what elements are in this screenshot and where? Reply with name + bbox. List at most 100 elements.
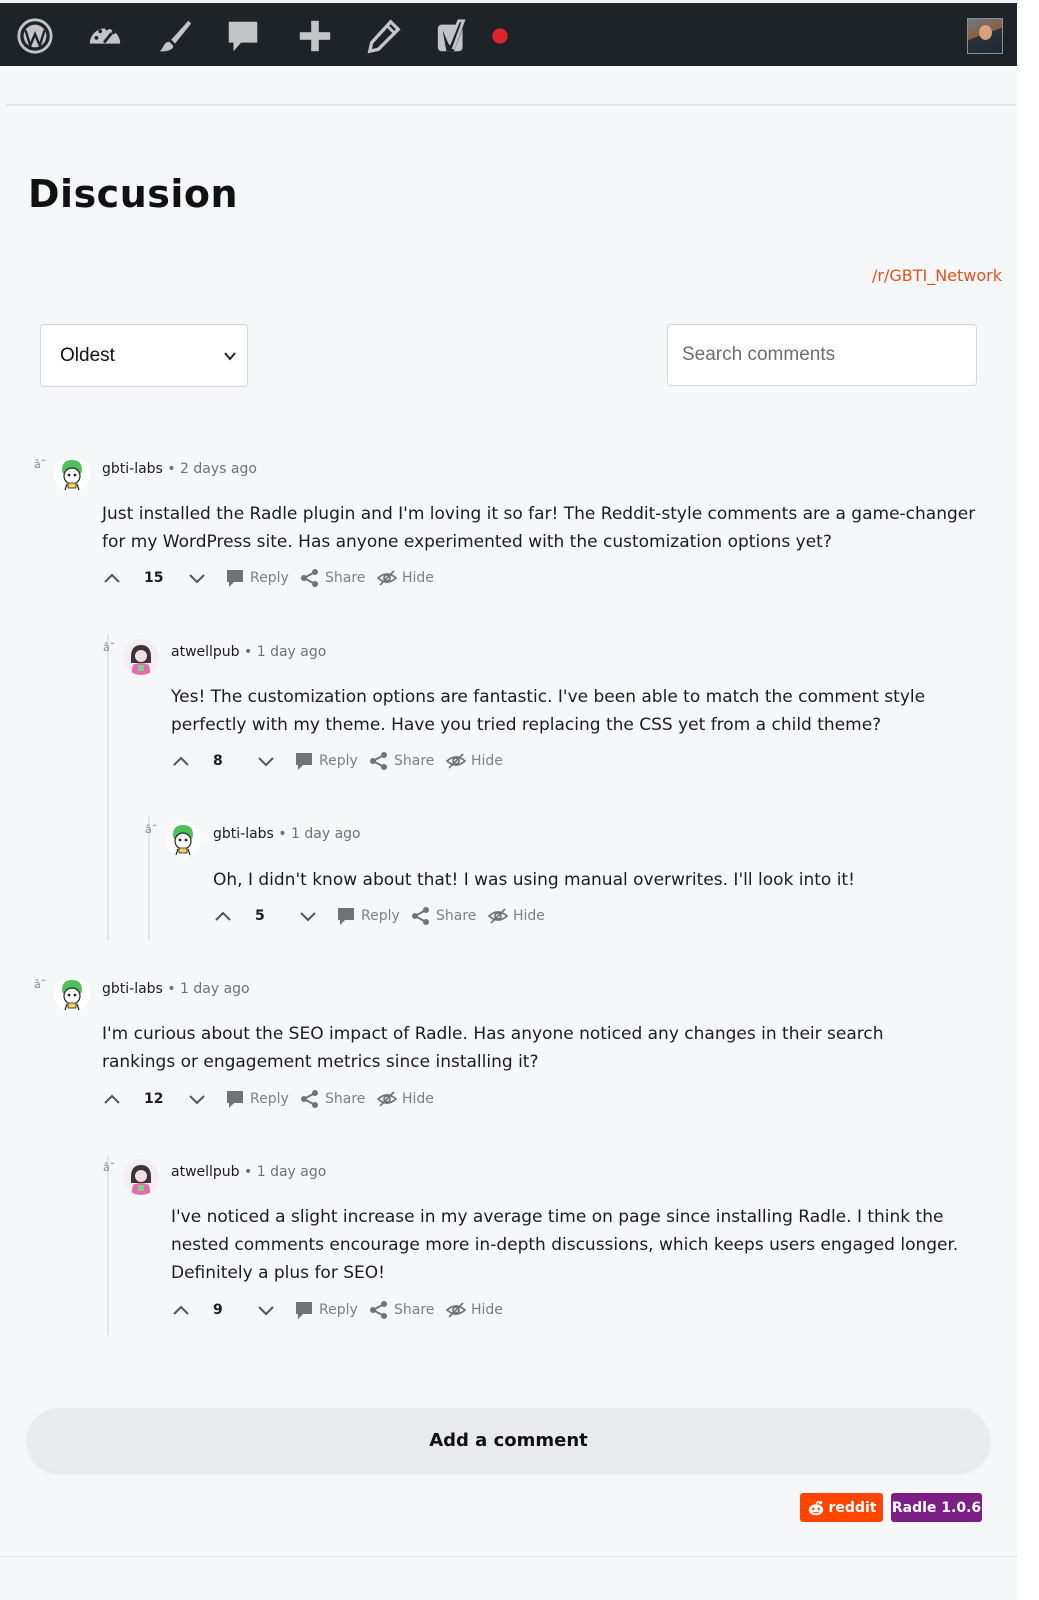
hide-label: Hide bbox=[402, 1091, 434, 1107]
radle-version-badge[interactable]: Radle 1.0.6 bbox=[891, 1493, 982, 1522]
dashboard-icon[interactable] bbox=[85, 16, 125, 56]
subreddit-link[interactable]: /r/GBTI_Network bbox=[872, 266, 1002, 285]
collapse-toggle-icon[interactable]: â˜ bbox=[103, 641, 115, 654]
comment-actions: 8 Reply Share Hide bbox=[171, 749, 531, 773]
downvote-icon bbox=[258, 757, 274, 767]
share-icon bbox=[370, 1301, 387, 1319]
footer-divider bbox=[0, 1556, 1017, 1557]
comment-timestamp: • 2 days ago bbox=[167, 461, 257, 477]
share-icon bbox=[370, 752, 387, 770]
reddit-badge-label: reddit bbox=[828, 1499, 877, 1516]
comment-header: gbti-labs • 1 day ago bbox=[102, 981, 250, 997]
hide-icon bbox=[488, 908, 508, 924]
hide-button[interactable]: Hide bbox=[446, 749, 503, 773]
downvote-button[interactable] bbox=[298, 904, 318, 928]
reply-label: Reply bbox=[250, 570, 289, 586]
user-avatar[interactable] bbox=[967, 18, 1003, 54]
collapse-toggle-icon[interactable]: â˜ bbox=[34, 458, 46, 471]
comment-author[interactable]: atwellpub bbox=[171, 644, 240, 660]
comment-body: Yes! The customization options are fanta… bbox=[171, 687, 926, 735]
vote-count: 8 bbox=[213, 753, 223, 769]
new-content-icon[interactable] bbox=[295, 16, 335, 56]
commenter-avatar[interactable] bbox=[123, 1159, 159, 1195]
reply-icon bbox=[227, 570, 243, 587]
reply-button[interactable]: Reply bbox=[336, 904, 400, 928]
share-label: Share bbox=[436, 908, 477, 924]
reply-button[interactable]: Reply bbox=[225, 1087, 289, 1111]
upvote-icon bbox=[104, 573, 120, 583]
downvote-button[interactable] bbox=[256, 1298, 276, 1322]
upvote-icon bbox=[173, 1305, 189, 1315]
reddit-icon bbox=[808, 1500, 823, 1515]
page-gutter bbox=[1017, 0, 1039, 1600]
comment-timestamp: • 1 day ago bbox=[278, 826, 361, 842]
comment-body: I've noticed a slight increase in my ave… bbox=[171, 1207, 959, 1283]
comment-author[interactable]: atwellpub bbox=[171, 1164, 240, 1180]
comment-author[interactable]: gbti-labs bbox=[213, 826, 274, 842]
add-comment-button[interactable]: Add a comment bbox=[27, 1408, 990, 1472]
hide-icon bbox=[377, 1091, 397, 1107]
reply-button[interactable]: Reply bbox=[225, 566, 289, 590]
commenter-avatar[interactable] bbox=[54, 456, 90, 492]
commenter-avatar[interactable] bbox=[165, 821, 201, 857]
reply-button[interactable]: Reply bbox=[294, 1298, 358, 1322]
hide-button[interactable]: Hide bbox=[377, 1087, 434, 1111]
downvote-icon bbox=[189, 1095, 205, 1105]
share-icon bbox=[301, 569, 318, 587]
vote-count: 5 bbox=[255, 908, 265, 924]
hide-icon bbox=[446, 1302, 466, 1318]
hide-button[interactable]: Hide bbox=[377, 566, 434, 590]
share-label: Share bbox=[394, 1302, 435, 1318]
yoast-icon[interactable] bbox=[434, 16, 474, 56]
share-label: Share bbox=[394, 753, 435, 769]
commenter-avatar[interactable] bbox=[123, 639, 159, 675]
reply-icon bbox=[338, 908, 354, 925]
header-divider bbox=[6, 104, 1016, 106]
status-dot-icon bbox=[480, 16, 520, 56]
edit-icon[interactable] bbox=[364, 16, 404, 56]
upvote-button[interactable] bbox=[171, 749, 191, 773]
upvote-button[interactable] bbox=[102, 1087, 122, 1111]
collapse-toggle-icon[interactable]: â˜ bbox=[103, 1161, 115, 1174]
hide-button[interactable]: Hide bbox=[488, 904, 545, 928]
reddit-badge[interactable]: reddit bbox=[800, 1493, 883, 1522]
reply-button[interactable]: Reply bbox=[294, 749, 358, 773]
comment-header: atwellpub • 1 day ago bbox=[171, 1164, 326, 1180]
reply-label: Reply bbox=[361, 908, 400, 924]
admin-bar bbox=[0, 0, 1017, 66]
comment-actions: 5 Reply Share Hide bbox=[213, 904, 573, 928]
downvote-icon bbox=[189, 574, 205, 584]
upvote-icon bbox=[173, 756, 189, 766]
share-button[interactable]: Share bbox=[369, 749, 434, 773]
share-button[interactable]: Share bbox=[300, 566, 365, 590]
downvote-button[interactable] bbox=[187, 1087, 207, 1111]
commenter-avatar[interactable] bbox=[54, 976, 90, 1012]
search-comments-input[interactable] bbox=[667, 324, 977, 386]
page-title: Discusion bbox=[28, 172, 239, 216]
thread-line bbox=[107, 634, 109, 940]
share-button[interactable]: Share bbox=[300, 1087, 365, 1111]
collapse-toggle-icon[interactable]: â˜ bbox=[145, 823, 157, 836]
comment-body: I'm curious about the SEO impact of Radl… bbox=[102, 1024, 884, 1072]
share-button[interactable]: Share bbox=[411, 904, 476, 928]
comment-header: atwellpub • 1 day ago bbox=[171, 644, 326, 660]
hide-label: Hide bbox=[471, 753, 503, 769]
comment-timestamp: • 1 day ago bbox=[244, 644, 327, 660]
collapse-toggle-icon[interactable]: â˜ bbox=[34, 978, 46, 991]
comment-author[interactable]: gbti-labs bbox=[102, 461, 163, 477]
hide-label: Hide bbox=[471, 1302, 503, 1318]
downvote-button[interactable] bbox=[187, 566, 207, 590]
downvote-icon bbox=[258, 1306, 274, 1316]
upvote-button[interactable] bbox=[102, 566, 122, 590]
comment-author[interactable]: gbti-labs bbox=[102, 981, 163, 997]
upvote-button[interactable] bbox=[213, 904, 233, 928]
customize-icon[interactable] bbox=[155, 16, 195, 56]
downvote-button[interactable] bbox=[256, 749, 276, 773]
sort-select[interactable]: Oldest bbox=[40, 324, 248, 387]
share-button[interactable]: Share bbox=[369, 1298, 434, 1322]
upvote-button[interactable] bbox=[171, 1298, 191, 1322]
reply-icon bbox=[227, 1091, 243, 1108]
wordpress-logo-icon[interactable] bbox=[15, 16, 55, 56]
hide-button[interactable]: Hide bbox=[446, 1298, 503, 1322]
comments-icon[interactable] bbox=[223, 16, 263, 56]
